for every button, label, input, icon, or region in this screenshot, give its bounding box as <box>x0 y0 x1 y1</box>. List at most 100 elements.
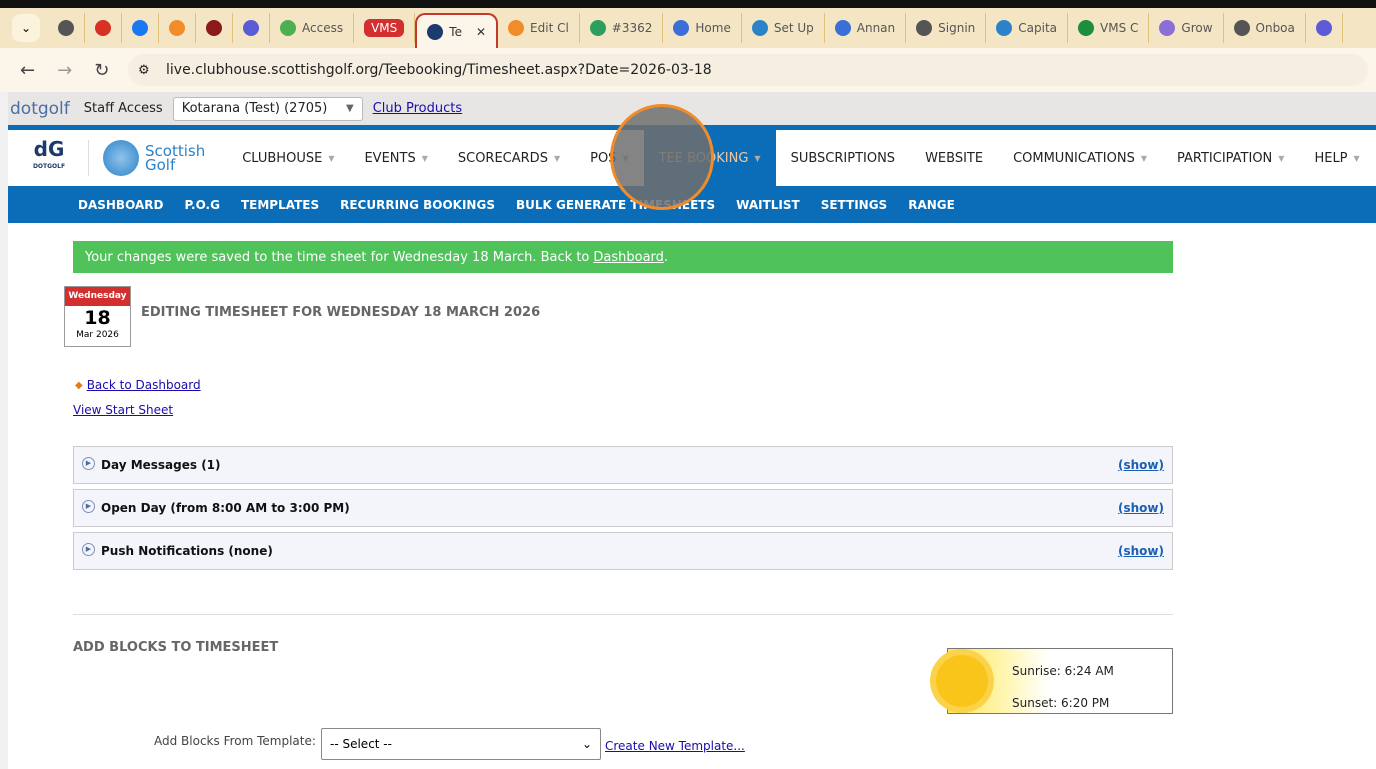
browser-tab[interactable] <box>196 13 233 43</box>
globe-icon <box>916 20 933 36</box>
vms-badge-icon: VMS <box>364 19 405 37</box>
browser-tab[interactable]: Te ✕ <box>415 13 499 49</box>
browser-tab[interactable] <box>1306 13 1343 43</box>
reload-icon[interactable]: ↻ <box>94 60 109 81</box>
expand-icon[interactable]: ▶ <box>82 499 95 513</box>
nav-item-label: HELP <box>1314 150 1348 166</box>
browser-tab[interactable] <box>233 13 270 43</box>
browser-tab[interactable] <box>122 13 159 43</box>
nav-item-label: CLUBHOUSE <box>242 150 323 166</box>
browser-tab[interactable]: Grow <box>1149 13 1224 43</box>
tab-title: Te <box>449 25 462 39</box>
forward-arrow-icon[interactable]: → <box>57 60 72 81</box>
calendar-day: 18 <box>84 307 111 329</box>
ring-icon <box>673 20 690 36</box>
club-select[interactable]: Kotarana (Test) (2705) ▼ <box>172 96 363 121</box>
browser-tab[interactable]: Capita <box>986 13 1069 43</box>
nav-item-pos[interactable]: POS ▼ <box>575 130 643 186</box>
browser-tab-bar: ⌄ Access VMS Te ✕ Edit Cl #3362 Home Set Up Anna… <box>0 8 1376 49</box>
nav-item-label: SCORECARDS <box>457 150 548 166</box>
browser-tab[interactable]: Home <box>663 13 742 43</box>
ticket-icon <box>589 20 606 36</box>
subnav-waitlist[interactable]: WAITLIST <box>736 198 800 212</box>
browser-tab[interactable]: Onboa <box>1224 13 1306 43</box>
caret-down-icon: ▼ <box>754 153 761 163</box>
caret-down-icon: ▼ <box>1353 153 1360 163</box>
collapsible-panel[interactable]: ▶ Open Day (from 8:00 AM to 3:00 PM) (show… <box>73 489 1173 527</box>
browser-tab[interactable]: Signin <box>906 13 987 43</box>
nav-item-communications[interactable]: COMMUNICATIONS ▼ <box>998 130 1162 186</box>
nav-item-website[interactable]: WEBSITE <box>910 130 998 186</box>
success-alert: Your changes were saved to the time shee… <box>73 241 1173 273</box>
browser-tab[interactable]: VMS <box>354 13 416 43</box>
panel-title: Open Day (from 8:00 AM to 3:00 PM) <box>101 501 350 515</box>
dotgolf-logo[interactable]: dG DOTGOLF <box>24 139 74 176</box>
alert-dashboard-link[interactable]: Dashboard <box>593 250 664 265</box>
template-label: Add Blocks From Template: <box>154 734 316 748</box>
saltire-icon <box>751 20 768 36</box>
browser-tab[interactable]: #3362 <box>580 13 664 43</box>
caret-down-icon: ▼ <box>622 153 629 163</box>
nav-item-tee-booking[interactable]: TEE BOOKING ▼ <box>643 130 776 186</box>
template-select[interactable]: -- Select -- ⌄ <box>321 728 601 760</box>
sg-line2: Golf <box>145 156 176 174</box>
nav-item-clubhouse[interactable]: CLUBHOUSE ▼ <box>227 130 349 186</box>
browser-tab[interactable]: Access <box>270 13 355 43</box>
nav-item-scorecards[interactable]: SCORECARDS ▼ <box>443 130 575 186</box>
nav-item-events[interactable]: EVENTS ▼ <box>349 130 442 186</box>
caret-down-icon: ▼ <box>1140 153 1147 163</box>
dotgolf-logo: dotgolf <box>10 98 70 119</box>
browser-tab[interactable] <box>48 13 85 43</box>
back-to-dashboard[interactable]: ◆ Back to Dashboard <box>75 378 201 392</box>
subnav-recurring-bookings[interactable]: RECURRING BOOKINGS <box>340 198 495 212</box>
nav-item-label: TEE BOOKING <box>658 150 749 166</box>
golf-ball-icon <box>103 140 139 176</box>
expand-icon[interactable]: ▶ <box>82 542 95 556</box>
browser-tab[interactable] <box>159 13 196 43</box>
back-to-dashboard-link[interactable]: Back to Dashboard <box>87 378 201 392</box>
back-arrow-icon[interactable]: ← <box>20 60 35 81</box>
page-title: EDITING TIMESHEET FOR WEDNESDAY 18 MARCH… <box>141 305 541 320</box>
show-toggle-link[interactable]: (show) <box>1118 501 1164 515</box>
show-toggle-link[interactable]: (show) <box>1118 458 1164 472</box>
subnav-range[interactable]: RANGE <box>908 198 955 212</box>
calendar-date-badge: Wednesday 18 Mar 2026 <box>64 286 131 347</box>
view-start-sheet-link[interactable]: View Start Sheet <box>73 403 173 417</box>
close-tab-icon[interactable]: ✕ <box>476 25 486 39</box>
browser-tab[interactable]: VMS C <box>1068 13 1150 43</box>
browser-tab[interactable]: Edit Cl <box>498 13 580 43</box>
site-settings-icon[interactable]: ⚙ <box>138 63 150 78</box>
subnav-p-o-g[interactable]: P.O.G <box>184 198 220 212</box>
tab-title: Home <box>695 21 731 35</box>
create-template-link[interactable]: Create New Template... <box>605 739 745 753</box>
template-select-value: -- Select -- <box>330 737 392 751</box>
subnav-bulk-generate-timesheets[interactable]: BULK GENERATE TIMESHEETS <box>516 198 715 212</box>
tab-title: Access <box>302 21 344 35</box>
subnav-templates[interactable]: TEMPLATES <box>241 198 319 212</box>
leaf-icon <box>280 20 296 36</box>
browser-tab[interactable]: Set Up <box>742 13 825 43</box>
nav-item-subscriptions[interactable]: SUBSCRIPTIONS <box>776 130 910 186</box>
club-products-link[interactable]: Club Products <box>373 101 462 116</box>
show-toggle-link[interactable]: (show) <box>1118 544 1164 558</box>
browser-tab[interactable] <box>85 13 122 43</box>
subnav-settings[interactable]: SETTINGS <box>821 198 888 212</box>
nav-item-label: WEBSITE <box>925 150 984 166</box>
nav-item-participation[interactable]: PARTICIPATION ▼ <box>1162 130 1299 186</box>
alert-end: . <box>663 249 669 265</box>
url-input[interactable]: ⚙ live.clubhouse.scottishgolf.org/Teeboo… <box>128 54 1368 86</box>
collapsible-panel[interactable]: ▶ Day Messages (1) (show) <box>73 446 1173 484</box>
collapsible-panel[interactable]: ▶ Push Notifications (none) (show) <box>73 532 1173 570</box>
crest-icon <box>206 20 222 36</box>
scottish-golf-logo[interactable]: Scottish Golf <box>103 140 205 176</box>
tab-search-button[interactable]: ⌄ <box>12 14 40 42</box>
a-logo-icon <box>508 20 525 36</box>
gmail-icon <box>95 20 111 36</box>
left-edge <box>0 92 8 769</box>
nav-item-help[interactable]: HELP ▼ <box>1299 130 1374 186</box>
tab-title: Grow <box>1181 21 1213 35</box>
browser-tab[interactable]: Annan <box>825 13 907 43</box>
subnav-dashboard[interactable]: DASHBOARD <box>78 198 163 212</box>
expand-icon[interactable]: ▶ <box>82 456 95 470</box>
sunset-text: Sunset: 6:20 PM <box>1012 696 1110 710</box>
